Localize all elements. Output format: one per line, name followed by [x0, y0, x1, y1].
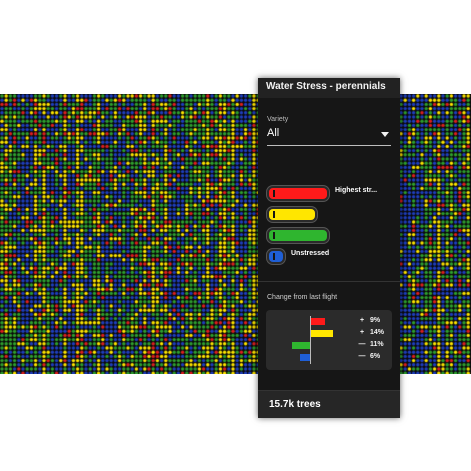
tree-count: 15.7k trees — [258, 390, 400, 418]
change-chart: + 9% + 14% — 11% — 6% — [266, 310, 392, 370]
legend-item — [267, 204, 397, 225]
change-value: + 9% — [356, 317, 390, 324]
change-symbol: + — [359, 329, 365, 336]
panel-title: Water Stress - perennials — [258, 78, 400, 98]
change-percent: 6% — [368, 353, 381, 360]
legend-item: Unstressed — [267, 246, 397, 267]
legend-item — [267, 225, 397, 246]
legend-label: Unstressed — [291, 250, 330, 257]
legend-swatch — [267, 207, 317, 222]
stress-legend: Highest str... Unstressed — [267, 183, 397, 267]
legend-notch — [273, 190, 275, 197]
legend-label: Highest str... — [335, 187, 378, 194]
water-stress-panel: Water Stress - perennials Variety All Hi… — [258, 78, 400, 418]
legend-notch — [273, 232, 275, 239]
change-symbol: — — [358, 341, 366, 348]
variety-selected-value: All — [267, 127, 280, 139]
variety-filter: Variety All — [267, 116, 391, 146]
legend-swatch — [267, 249, 285, 264]
change-value: + 14% — [356, 329, 390, 336]
change-bar — [292, 342, 310, 349]
change-bar — [311, 330, 333, 337]
change-symbol: — — [358, 353, 366, 360]
change-symbol: + — [359, 317, 365, 324]
change-bar — [300, 354, 310, 361]
change-value: — 11% — [356, 341, 390, 348]
legend-swatch — [267, 228, 329, 243]
tree-dot-map[interactable] — [0, 94, 471, 374]
legend-notch — [273, 211, 275, 218]
variety-select[interactable]: All — [267, 127, 391, 146]
chevron-down-icon — [381, 132, 389, 137]
change-label: Change from last flight — [267, 294, 338, 301]
change-percent: 9% — [368, 317, 381, 324]
legend-item: Highest str... — [267, 183, 397, 204]
variety-label: Variety — [267, 116, 289, 123]
change-bar — [311, 318, 325, 325]
legend-notch — [273, 253, 275, 260]
change-percent: 11% — [368, 341, 384, 348]
change-value: — 6% — [356, 353, 390, 360]
legend-swatch — [267, 186, 329, 201]
orchard-stress-map[interactable] — [0, 94, 471, 374]
divider — [258, 281, 400, 282]
change-percent: 14% — [368, 329, 384, 336]
